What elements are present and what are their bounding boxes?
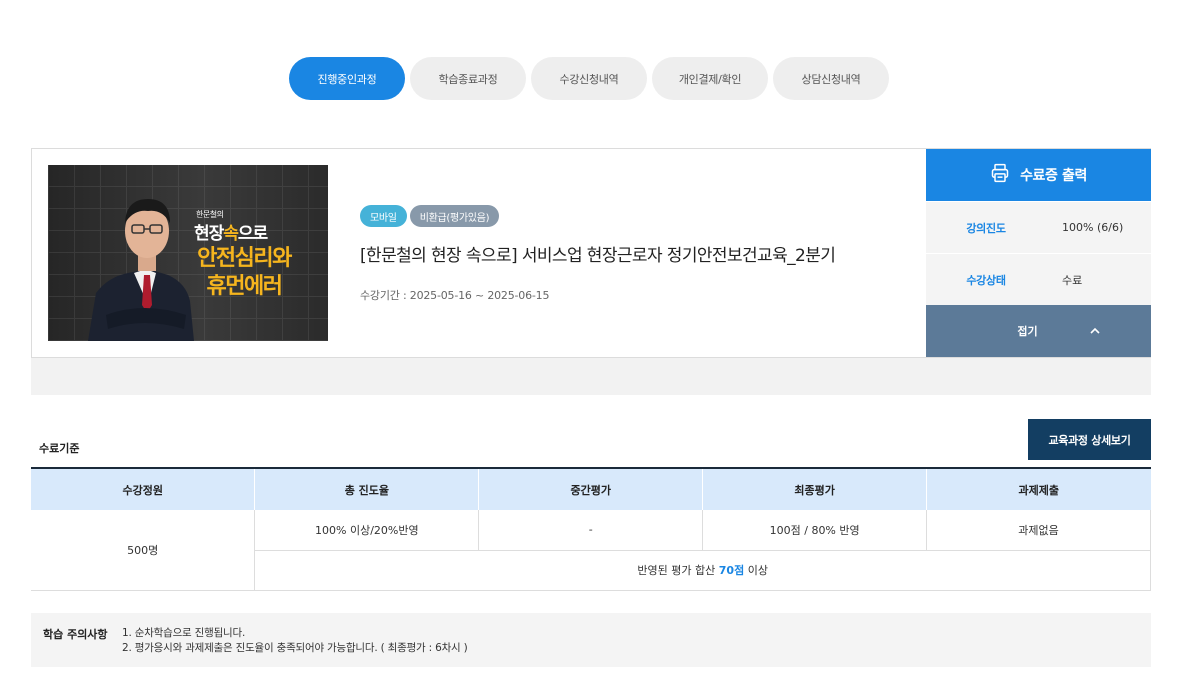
refund-badge: 비환급(평가있음) [409, 205, 500, 227]
fold-label: 접기 [1017, 325, 1038, 338]
status-row: 수강상태 수료 [926, 253, 1151, 305]
card-expand-area [31, 358, 1151, 395]
status-label: 수강상태 [966, 273, 1006, 287]
chevron-up-icon [1090, 325, 1100, 338]
cell-midterm: - [478, 510, 704, 551]
table-row: 500명 100% 이상/20%반영 - 100점 / 80% 반영 과제없음 [31, 510, 1151, 591]
header-progress: 총 진도율 [254, 467, 480, 510]
notice-lines: 1. 순차학습으로 진행됩니다. 2. 평가응시와 과제제출은 진도율이 충족되… [122, 626, 468, 656]
progress-row: 강의진도 100% (6/6) [926, 201, 1151, 253]
thumbnail-caption-main: 안전심리와 휴먼에러 [197, 246, 292, 299]
study-notice: 학습 주의사항 1. 순차학습으로 진행됩니다. 2. 평가응시와 과제제출은 … [31, 613, 1151, 667]
cell-progress: 100% 이상/20%반영 [254, 510, 480, 551]
notice-label: 학습 주의사항 [43, 628, 108, 641]
header-assignment: 과제제출 [926, 467, 1151, 510]
print-certificate-label: 수료증 출력 [1020, 168, 1087, 184]
header-capacity: 수강정원 [31, 467, 256, 510]
tab-consultation[interactable]: 상담신청내역 [773, 57, 889, 100]
header-final: 최종평가 [702, 467, 928, 510]
course-detail-button[interactable]: 교육과정 상세보기 [1028, 419, 1151, 460]
tab-in-progress[interactable]: 진행중인과정 [289, 57, 405, 100]
fold-button[interactable]: 접기 [926, 305, 1151, 357]
thumbnail-caption-line1: 현장속으로 [194, 224, 268, 244]
criteria-header-row: 수강정원 총 진도율 중간평가 최종평가 과제제출 [31, 467, 1151, 510]
header-midterm: 중간평가 [478, 467, 704, 510]
tab-enrollment-history[interactable]: 수강신청내역 [531, 57, 647, 100]
course-card: 한문철의 현장속으로 안전심리와 휴먼에러 모바일 비환급(평가있음) [한문철… [31, 148, 1151, 358]
tab-payment[interactable]: 개인결제/확인 [652, 57, 768, 100]
course-title[interactable]: [한문철의 현장 속으로] 서비스업 현장근로자 정기안전보건교육_2분기 [360, 241, 836, 266]
course-period: 수강기간 : 2025-05-16 ~ 2025-06-15 [360, 289, 550, 302]
notice-line: 1. 순차학습으로 진행됩니다. [122, 627, 246, 639]
criteria-title: 수료기준 [39, 442, 80, 455]
progress-value: 100% (6/6) [1062, 221, 1124, 234]
cell-capacity: 500명 [31, 510, 256, 591]
printer-icon [990, 163, 1010, 187]
criteria-table: 수강정원 총 진도율 중간평가 최종평가 과제제출 500명 100% 이상/2… [31, 467, 1151, 591]
print-certificate-button[interactable]: 수료증 출력 [926, 149, 1151, 201]
course-side-panel: 수료증 출력 강의진도 100% (6/6) 수강상태 수료 접기 [926, 149, 1151, 357]
cell-final: 100점 / 80% 반영 [702, 510, 928, 551]
progress-label: 강의진도 [966, 221, 1006, 235]
status-value: 수료 [1062, 273, 1083, 287]
cell-assignment: 과제없음 [926, 510, 1151, 551]
course-thumbnail[interactable]: 한문철의 현장속으로 안전심리와 휴먼에러 [48, 165, 328, 341]
cell-total-score: 반영된 평가 합산 70점 이상 [254, 550, 1151, 591]
notice-line: 2. 평가응시와 과제제출은 진도율이 충족되어야 가능합니다. ( 최종평가 … [122, 642, 468, 654]
tab-completed[interactable]: 학습종료과정 [410, 57, 526, 100]
course-status-tabs: 진행중인과정 학습종료과정 수강신청내역 개인결제/확인 상담신청내역 [289, 57, 889, 100]
mobile-badge: 모바일 [360, 205, 407, 227]
course-badges: 모바일 비환급(평가있음) [360, 205, 500, 227]
